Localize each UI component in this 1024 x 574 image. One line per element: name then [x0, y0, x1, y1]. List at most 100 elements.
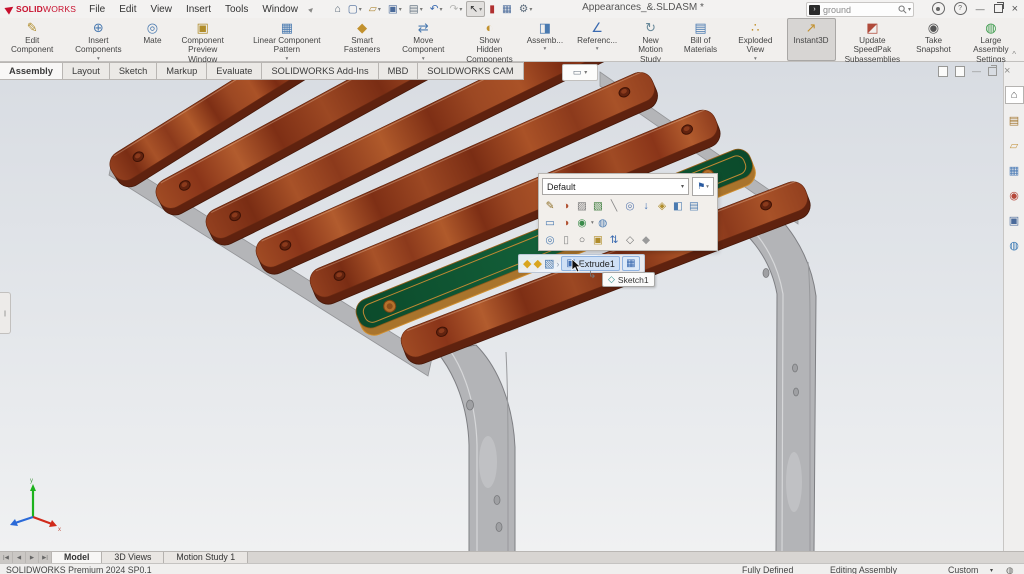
- smart-fasteners-button[interactable]: ◆ Smart Fasteners ▾: [337, 18, 387, 61]
- new-document-button[interactable]: ▢ ▾: [345, 1, 365, 17]
- taskpane-view-palette-icon[interactable]: ▦: [1005, 161, 1024, 179]
- menu-item[interactable]: Tools: [218, 1, 255, 18]
- taskpane-custom-properties-icon[interactable]: ▣: [1005, 211, 1024, 229]
- minimize-button[interactable]: —: [976, 4, 985, 14]
- ribbon-collapse-icon[interactable]: ^: [1012, 50, 1016, 59]
- configuration-dropdown[interactable]: Default ▾: [542, 178, 689, 195]
- chevron-down-icon[interactable]: ▾: [990, 567, 993, 574]
- search-input[interactable]: ground: [820, 5, 898, 15]
- context-measure-icon[interactable]: ╲: [606, 199, 622, 213]
- new-window-icon[interactable]: [938, 66, 948, 77]
- context-suppress-icon[interactable]: ▨: [574, 199, 590, 213]
- show-hidden-components-button[interactable]: ◐ Show Hidden Components ▾: [459, 18, 519, 61]
- move-component-button[interactable]: ⇄ Move Component ▾: [387, 18, 459, 61]
- ribbon-button-label: Assemb...: [527, 36, 563, 45]
- help-icon[interactable]: ?: [954, 2, 967, 15]
- context-insert-into-part-icon[interactable]: ↓: [638, 199, 654, 213]
- command-tab[interactable]: Evaluate: [207, 62, 262, 80]
- context-edit-feature-icon[interactable]: ✎: [542, 199, 558, 213]
- reference-geometry-button[interactable]: ∠ Referenc... ▾: [570, 18, 624, 61]
- taskpane-design-library-icon[interactable]: ▤: [1005, 111, 1024, 129]
- search-icon[interactable]: [898, 5, 907, 14]
- select-cursor-button[interactable]: ↖ ▾: [466, 1, 485, 17]
- breadcrumb-end-button[interactable]: ▦: [622, 256, 640, 271]
- taskpane-file-explorer-icon[interactable]: ▱: [1005, 136, 1024, 154]
- redo-button[interactable]: ↷ ▾: [447, 1, 466, 17]
- assembly-features-button[interactable]: ◨ Assemb... ▾: [520, 18, 570, 61]
- pin-icon[interactable]: ▸: [306, 4, 317, 15]
- update-speedpak-button[interactable]: ◩ Update SpeedPak Subassemblies ▾: [836, 18, 910, 61]
- instant3d-button[interactable]: ↗ Instant3D ▾: [787, 18, 836, 61]
- open-button[interactable]: ▱ ▾: [366, 1, 384, 17]
- command-tab[interactable]: SOLIDWORKS CAM: [418, 62, 523, 80]
- cascade-windows-icon[interactable]: [955, 66, 965, 77]
- context-configure-icon[interactable]: ▣: [590, 233, 606, 247]
- context-edit-sketch-icon[interactable]: ▧: [590, 199, 606, 213]
- undo-button[interactable]: ↶ ▾: [427, 1, 446, 17]
- user-account-icon[interactable]: [932, 2, 945, 15]
- home-button[interactable]: ⌂ ▾: [331, 1, 343, 17]
- command-tab[interactable]: Sketch: [110, 62, 157, 80]
- context-zoom-icon[interactable]: ▭: [542, 216, 558, 230]
- menu-item[interactable]: Window: [255, 1, 305, 18]
- document-restore-button[interactable]: [988, 67, 997, 76]
- insert-components-button[interactable]: ⊕ Insert Components ▾: [60, 18, 136, 61]
- exploded-view-button[interactable]: ∴ Exploded View ▾: [724, 18, 786, 61]
- context-magnify-icon[interactable]: ○: [574, 233, 590, 247]
- task-pane-toggle-button[interactable]: ▦ ▾: [499, 1, 515, 17]
- edit-component-button[interactable]: ✎ Edit Component ▾: [4, 18, 60, 61]
- component-crumb-icon[interactable]: ◆: [533, 257, 541, 270]
- context-appearances-icon[interactable]: ◉: [574, 216, 590, 230]
- restore-button[interactable]: [994, 4, 1003, 13]
- close-button[interactable]: ×: [1012, 3, 1018, 15]
- command-tab[interactable]: SOLIDWORKS Add-Ins: [262, 62, 378, 80]
- menu-item[interactable]: View: [143, 1, 179, 18]
- context-attach-icon[interactable]: ◈: [654, 199, 670, 213]
- custom-dropdown[interactable]: Custom: [948, 565, 978, 574]
- context-edit-appearance-icon[interactable]: ◑: [558, 216, 574, 230]
- save-button[interactable]: ▣ ▾: [385, 1, 405, 17]
- body-crumb-icon[interactable]: ▧: [544, 257, 554, 270]
- search-scope-caret[interactable]: ▾: [908, 6, 911, 13]
- breadcrumb-child-sketch1[interactable]: ◇ Sketch1: [602, 272, 655, 287]
- command-tab[interactable]: Layout: [63, 62, 110, 80]
- print-button[interactable]: ▤ ▾: [406, 1, 426, 17]
- context-align-icon[interactable]: ⇅: [606, 233, 622, 247]
- assembly-crumb-icon[interactable]: ◆: [523, 257, 531, 270]
- context-section-icon[interactable]: ◧: [670, 199, 686, 213]
- menu-item[interactable]: Edit: [112, 1, 143, 18]
- feature-manager-collapsed-tab[interactable]: ❙: [0, 292, 11, 334]
- taskpane-forum-icon[interactable]: ◍: [1005, 236, 1024, 254]
- document-close-button[interactable]: ×: [1004, 65, 1010, 77]
- taskpane-home-icon[interactable]: ⌂: [1005, 86, 1024, 104]
- toolbar-icon: ↖: [469, 3, 478, 15]
- graphics-viewport[interactable]: x y □▣↺◧▢▦◉◍ ▭ ▾ ❙ Default ▾ ⚑ ▾: [0, 62, 1003, 551]
- context-isolate-icon[interactable]: ◇: [622, 233, 638, 247]
- menu-item[interactable]: Insert: [179, 1, 218, 18]
- component-preview-window-button[interactable]: ▣ Component Preview Window ▾: [169, 18, 237, 61]
- context-open-drawing-icon[interactable]: ▯: [558, 233, 574, 247]
- taskpane-appearances-icon[interactable]: ◉: [1005, 186, 1024, 204]
- display-states-flag-button[interactable]: ⚑ ▾: [692, 177, 714, 196]
- command-tab[interactable]: Assembly: [0, 62, 63, 80]
- context-mate-icon[interactable]: ◎: [542, 233, 558, 247]
- document-minimize-button[interactable]: —: [972, 66, 981, 76]
- context-hide-component-icon[interactable]: ◎: [622, 199, 638, 213]
- context-bom-icon[interactable]: ▤: [686, 199, 702, 213]
- command-tab[interactable]: Markup: [157, 62, 207, 80]
- options-gear-button[interactable]: ⚙ ▾: [516, 1, 535, 17]
- xpert-tools-button[interactable]: ▮ ▾: [486, 1, 498, 17]
- linear-component-pattern-button[interactable]: ▦ Linear Component Pattern ▾: [237, 18, 337, 61]
- context-appearance-icon[interactable]: ◑: [558, 199, 574, 213]
- context-copy-icon[interactable]: ◆: [638, 233, 654, 247]
- search-box[interactable]: › ground ▾: [806, 2, 914, 17]
- context-material-icon[interactable]: ◍: [595, 216, 611, 230]
- command-tab[interactable]: MBD: [379, 62, 419, 80]
- menu-item[interactable]: File: [82, 1, 112, 18]
- display-style-button[interactable]: ▭ ▾: [562, 64, 598, 81]
- mate-button[interactable]: ◎ Mate ▾: [136, 18, 168, 61]
- status-globe-icon[interactable]: ◍: [1006, 565, 1014, 574]
- bill-of-materials-button[interactable]: ▤ Bill of Materials ▾: [677, 18, 724, 61]
- take-snapshot-button[interactable]: ◉ Take Snapshot ▾: [909, 18, 958, 61]
- new-motion-study-button[interactable]: ↻ New Motion Study ▾: [624, 18, 677, 61]
